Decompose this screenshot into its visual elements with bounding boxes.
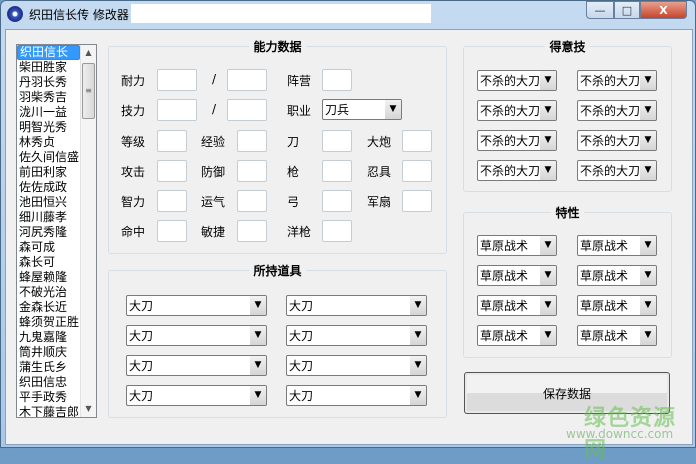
stat-input[interactable] xyxy=(157,190,187,212)
label-hit: 命中 xyxy=(121,225,146,239)
title-field xyxy=(131,4,431,23)
label-slash2: / xyxy=(212,102,217,116)
label-attack: 攻击 xyxy=(121,165,146,179)
label-fan: 军扇 xyxy=(367,195,392,209)
label-ninja: 忍具 xyxy=(367,165,392,179)
character-list-item[interactable]: 蜂须贺正胜 xyxy=(17,315,80,330)
stat-input[interactable] xyxy=(237,220,267,242)
character-list-item[interactable]: 木下藤吉郎 xyxy=(17,405,80,417)
watermark-url: www.downcc.com xyxy=(566,427,674,441)
stat-input[interactable] xyxy=(322,69,352,91)
stat-input[interactable] xyxy=(322,220,352,242)
label-spear: 枪 xyxy=(287,165,300,179)
stat-input[interactable] xyxy=(227,99,267,121)
chevron-down-icon: ▼ xyxy=(385,100,401,119)
label-level: 等级 xyxy=(121,135,146,149)
scroll-up-icon[interactable]: ▲ xyxy=(81,45,96,61)
character-list-item[interactable]: 森可成 xyxy=(17,240,80,255)
stat-input[interactable] xyxy=(402,190,432,212)
job-value: 刀兵 xyxy=(325,103,350,117)
stat-input[interactable] xyxy=(157,130,187,152)
label-agility: 敏捷 xyxy=(201,225,226,239)
label-camp: 阵营 xyxy=(287,74,312,88)
maximize-button[interactable]: □ xyxy=(614,1,640,19)
stat-input[interactable] xyxy=(322,160,352,182)
app-icon xyxy=(7,6,23,22)
traits-title: 特性 xyxy=(551,206,584,220)
stat-input[interactable] xyxy=(157,99,197,121)
character-list-item[interactable]: 池田恒兴 xyxy=(17,195,80,210)
stat-input[interactable] xyxy=(237,190,267,212)
character-list-item[interactable]: 织田信长 xyxy=(17,45,80,60)
label-gun: 洋枪 xyxy=(287,225,312,239)
character-list-item[interactable]: 蜂屋赖隆 xyxy=(17,270,80,285)
label-luck: 运气 xyxy=(201,195,226,209)
window-title: 织田信长传 修改器 xyxy=(29,8,129,22)
items-group: 所持道具 xyxy=(108,264,447,418)
ability-title: 能力数据 xyxy=(249,40,306,54)
close-button[interactable]: X xyxy=(640,1,687,19)
label-slash1: / xyxy=(212,72,217,86)
character-list-item[interactable]: 前田利家 xyxy=(17,165,80,180)
stat-input[interactable] xyxy=(237,130,267,152)
label-exp: 经验 xyxy=(201,135,226,149)
stat-input[interactable] xyxy=(157,160,187,182)
character-list-item[interactable]: 羽柴秀吉 xyxy=(17,90,80,105)
character-list-item[interactable]: 丹羽长秀 xyxy=(17,75,80,90)
minimize-button[interactable]: — xyxy=(586,1,614,19)
label-bow: 弓 xyxy=(287,195,300,209)
stat-input[interactable] xyxy=(237,160,267,182)
job-select[interactable]: 刀兵 ▼ xyxy=(322,99,402,120)
character-list-item[interactable]: 平手政秀 xyxy=(17,390,80,405)
label-job: 职业 xyxy=(287,104,312,118)
character-list-item[interactable]: 细川藤孝 xyxy=(17,210,80,225)
character-list-item[interactable]: 林秀贞 xyxy=(17,135,80,150)
character-list-item[interactable]: 佐佐成政 xyxy=(17,180,80,195)
traits-group: 特性 xyxy=(463,206,672,358)
label-intel: 智力 xyxy=(121,195,146,209)
character-list-item[interactable]: 河尻秀隆 xyxy=(17,225,80,240)
character-list-item[interactable]: 佐久间信盛 xyxy=(17,150,80,165)
stat-input[interactable] xyxy=(322,190,352,212)
character-list-item[interactable]: 筒井顺庆 xyxy=(17,345,80,360)
character-list-item[interactable]: 织田信忠 xyxy=(17,375,80,390)
skills-group: 得意技 xyxy=(463,40,672,192)
items-title: 所持道具 xyxy=(249,264,306,278)
character-list-item[interactable]: 九鬼嘉隆 xyxy=(17,330,80,345)
character-list-item[interactable]: 柴田胜家 xyxy=(17,60,80,75)
label-skill: 技力 xyxy=(121,104,146,118)
stat-input[interactable] xyxy=(157,69,197,91)
stat-input[interactable] xyxy=(402,160,432,182)
character-list-item[interactable]: 蒲生氏乡 xyxy=(17,360,80,375)
label-blade: 刀 xyxy=(287,135,300,149)
label-stamina: 耐力 xyxy=(121,74,146,88)
scroll-thumb[interactable]: ≡ xyxy=(82,63,95,119)
skills-title: 得意技 xyxy=(545,40,590,54)
stat-input[interactable] xyxy=(402,130,432,152)
list-scrollbar[interactable]: ▲ ≡ ▼ xyxy=(80,45,96,417)
character-list-item[interactable]: 森长可 xyxy=(17,255,80,270)
character-list[interactable]: 织田信长 柴田胜家 丹羽长秀 羽柴秀吉 泷川一益 明智光秀 林秀贞 佐久间信盛 前田利家 佐佐成政… xyxy=(16,44,97,418)
scroll-down-icon[interactable]: ▼ xyxy=(81,401,96,417)
label-defense: 防御 xyxy=(201,165,226,179)
character-list-item[interactable]: 明智光秀 xyxy=(17,120,80,135)
character-list-item[interactable]: 不破光治 xyxy=(17,285,80,300)
stat-input[interactable] xyxy=(227,69,267,91)
character-list-item[interactable]: 金森长近 xyxy=(17,300,80,315)
label-cannon: 大炮 xyxy=(367,135,392,149)
app-window: 织田信长传 修改器 — □ X 织田信长 柴田胜家 丹羽长秀 羽柴秀吉 泷川一益 明智光秀… xyxy=(0,0,696,463)
character-list-item[interactable]: 泷川一益 xyxy=(17,105,80,120)
client-area: 织田信长 柴田胜家 丹羽长秀 羽柴秀吉 泷川一益 明智光秀 林秀贞 佐久间信盛 前田利家 佐佐成政… xyxy=(5,29,693,463)
stat-input[interactable] xyxy=(322,130,352,152)
stat-input[interactable] xyxy=(157,220,187,242)
